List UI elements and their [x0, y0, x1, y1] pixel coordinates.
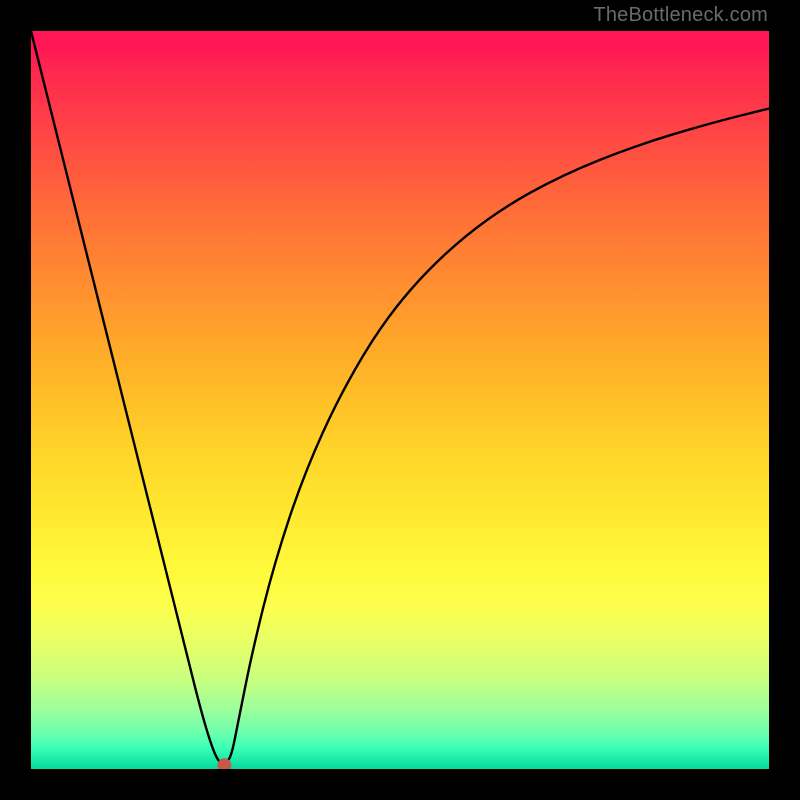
- watermark-label: TheBottleneck.com: [593, 4, 768, 27]
- bottleneck-curve: [31, 31, 769, 763]
- chart-overlay: [31, 31, 769, 769]
